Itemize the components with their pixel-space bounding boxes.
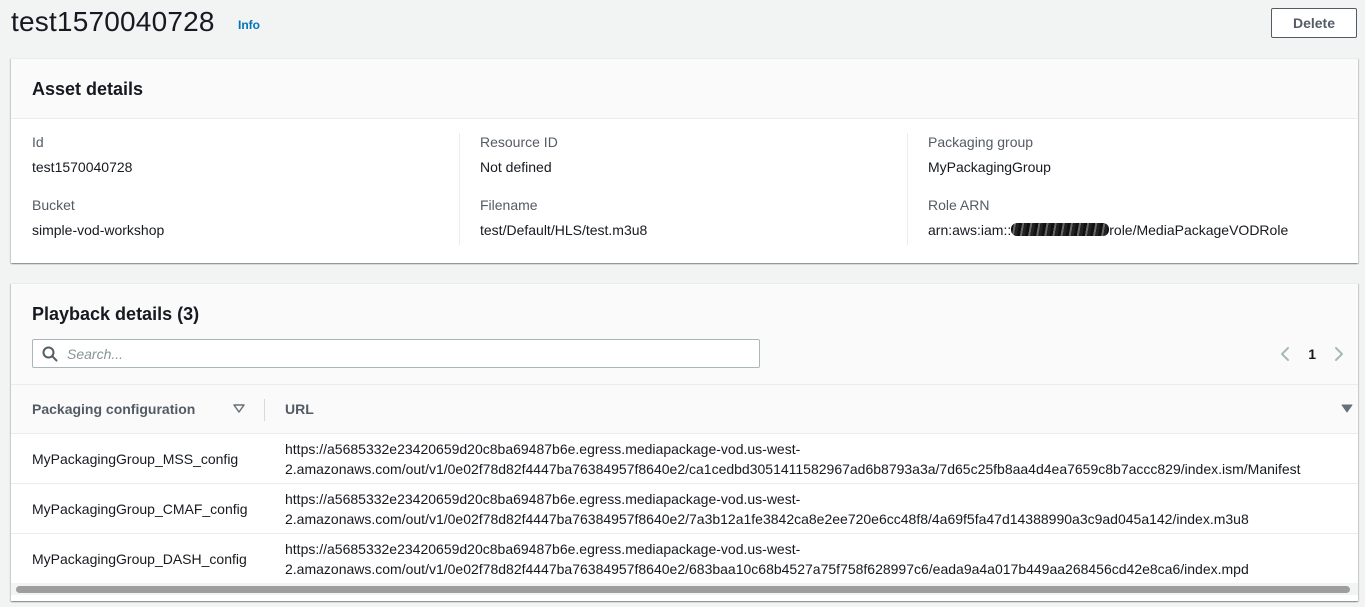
- field-bucket: Bucket simple-vod-workshop: [32, 196, 462, 239]
- field-value: Not defined: [480, 159, 552, 175]
- delete-button[interactable]: Delete: [1271, 8, 1357, 38]
- field-role-arn: Role ARN arn:aws:iam:: role/MediaPackageV…: [928, 196, 1358, 239]
- field-filename: Filename test/Default/HLS/test.m3u8: [480, 196, 910, 239]
- column-header-label: URL: [285, 401, 314, 417]
- url-line: https://a5685332e23420659d20c8ba69487b6e…: [285, 540, 801, 557]
- chevron-left-icon[interactable]: [1278, 346, 1294, 362]
- field-packaging-group: Packaging group MyPackagingGroup: [928, 133, 1358, 176]
- packaging-config-cell: MyPackagingGroup_DASH_config: [11, 533, 265, 584]
- playback-details-panel: Playback details (3) 1: [11, 283, 1358, 601]
- url-cell: https://a5685332e23420659d20c8ba69487b6e…: [265, 483, 1358, 534]
- field-resource-id: Resource ID Not defined: [480, 133, 910, 176]
- role-arn-prefix: arn:aws:iam::: [928, 222, 1012, 238]
- column-header-url[interactable]: URL: [265, 385, 1358, 434]
- role-arn-suffix: role/MediaPackageVODRole: [1109, 222, 1289, 238]
- asset-details-heading: Asset details: [32, 79, 144, 99]
- table-row[interactable]: MyPackagingGroup_DASH_config https://a56…: [11, 533, 1358, 584]
- url-line: 2.amazonaws.com/out/v1/0e02f78d82f4447ba…: [285, 460, 1301, 477]
- field-label: Packaging group: [928, 134, 1034, 150]
- playback-table: Packaging configuration URL MyPackagingG…: [11, 384, 1358, 584]
- table-header-row: Packaging configuration URL: [11, 384, 1358, 434]
- playback-details-title: Playback details: [32, 304, 173, 324]
- field-id: Id test1570040728: [32, 133, 462, 176]
- info-link[interactable]: Info: [238, 18, 260, 32]
- field-label: Id: [32, 134, 44, 150]
- column-header-label: Packaging configuration: [32, 401, 196, 417]
- playback-count: (3): [177, 304, 200, 324]
- field-value-role-arn: arn:aws:iam:: role/MediaPackageVODRole: [928, 221, 1358, 239]
- field-label: Filename: [480, 197, 538, 213]
- page-header: test1570040728 Info Delete: [0, 0, 1365, 50]
- asset-details-grid: Id test1570040728 Bucket simple-vod-work…: [11, 119, 1358, 263]
- field-value: test/Default/HLS/test.m3u8: [480, 222, 648, 238]
- url-cell: https://a5685332e23420659d20c8ba69487b6e…: [265, 433, 1358, 484]
- sort-down-icon[interactable]: [233, 403, 245, 415]
- asset-details-panel: Asset details Id test1570040728 Bucket s…: [11, 58, 1358, 263]
- url-line: 2.amazonaws.com/out/v1/0e02f78d82f4447ba…: [285, 510, 1249, 527]
- table-row[interactable]: MyPackagingGroup_MSS_config https://a568…: [11, 433, 1358, 484]
- details-column-3: Packaging group MyPackagingGroup Role AR…: [928, 133, 1358, 259]
- field-value: MyPackagingGroup: [928, 159, 1051, 175]
- details-column-2: Resource ID Not defined Filename test/De…: [480, 133, 910, 259]
- url-cell: https://a5685332e23420659d20c8ba69487b6e…: [265, 533, 1358, 584]
- chevron-right-icon[interactable]: [1330, 346, 1346, 362]
- details-column-1: Id test1570040728 Bucket simple-vod-work…: [32, 133, 462, 259]
- column-header-packaging-configuration[interactable]: Packaging configuration: [11, 385, 265, 434]
- packaging-config-cell: MyPackagingGroup_MSS_config: [11, 433, 265, 484]
- url-line: https://a5685332e23420659d20c8ba69487b6e…: [285, 490, 801, 507]
- sort-down-icon[interactable]: [1341, 403, 1353, 415]
- pagination: 1: [1278, 343, 1346, 365]
- search-box[interactable]: [32, 339, 760, 368]
- asset-details-header: Asset details: [11, 59, 1358, 119]
- search-icon: [42, 346, 58, 362]
- url-line: 2.amazonaws.com/out/v1/0e02f78d82f4447ba…: [285, 560, 1249, 577]
- page: test1570040728 Info Delete Asset details…: [0, 0, 1365, 607]
- playback-details-heading: Playback details (3): [32, 304, 1337, 325]
- page-number[interactable]: 1: [1308, 346, 1316, 362]
- field-label: Bucket: [32, 197, 75, 213]
- scrollbar-thumb[interactable]: [16, 586, 1350, 593]
- search-input[interactable]: [67, 344, 747, 364]
- field-value: simple-vod-workshop: [32, 222, 165, 238]
- table-row[interactable]: MyPackagingGroup_CMAF_config https://a56…: [11, 483, 1358, 534]
- field-label: Resource ID: [480, 134, 558, 150]
- field-label: Role ARN: [928, 197, 990, 213]
- horizontal-scrollbar[interactable]: [11, 583, 1358, 595]
- page-title: test1570040728: [11, 6, 215, 37]
- url-line: https://a5685332e23420659d20c8ba69487b6e…: [285, 440, 801, 457]
- playback-details-header: Playback details (3) 1: [11, 284, 1358, 384]
- field-value: test1570040728: [32, 159, 133, 175]
- redacted-account-id: [1011, 223, 1110, 236]
- packaging-config-cell: MyPackagingGroup_CMAF_config: [11, 483, 265, 534]
